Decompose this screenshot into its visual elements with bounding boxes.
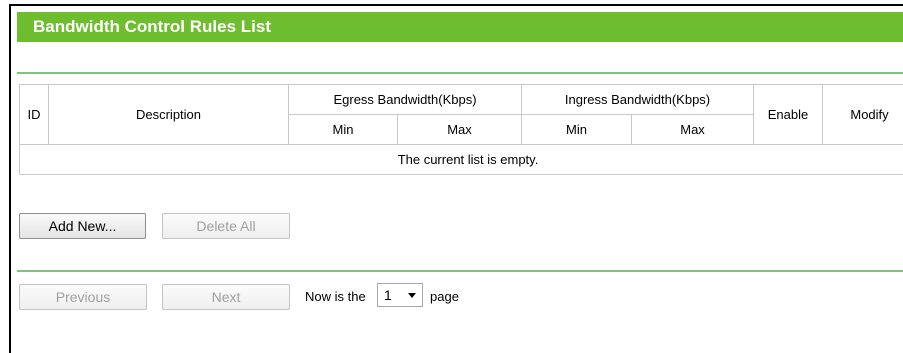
divider-top — [17, 72, 903, 74]
page-select-value: 1 — [384, 287, 392, 303]
header-egress: Egress Bandwidth(Kbps) — [287, 84, 523, 115]
add-new-button[interactable]: Add New... — [19, 213, 146, 239]
page-select[interactable]: 1 — [377, 283, 423, 307]
divider-bottom — [17, 270, 903, 272]
rules-table: ID Description Egress Bandwidth(Kbps) In… — [18, 84, 903, 175]
header-egress-max: Max — [396, 114, 523, 145]
chevron-down-icon — [408, 293, 416, 298]
delete-all-button[interactable]: Delete All — [162, 213, 290, 239]
next-button[interactable]: Next — [162, 284, 290, 310]
header-ingress-max: Max — [631, 114, 755, 145]
header-id: ID — [19, 84, 49, 145]
header-description: Description — [48, 84, 289, 145]
empty-list-message: The current list is empty. — [18, 144, 903, 175]
previous-button[interactable]: Previous — [19, 284, 147, 310]
panel-title: Bandwidth Control Rules List — [17, 12, 903, 42]
header-egress-min: Min — [288, 114, 398, 145]
header-ingress: Ingress Bandwidth(Kbps) — [521, 84, 755, 115]
header-modify: Modify — [822, 84, 903, 145]
pager-prefix: Now is the — [305, 289, 366, 304]
header-ingress-min: Min — [521, 114, 633, 145]
table-row: The current list is empty. — [18, 144, 903, 175]
header-enable: Enable — [753, 84, 824, 145]
pager-suffix: page — [430, 289, 459, 304]
